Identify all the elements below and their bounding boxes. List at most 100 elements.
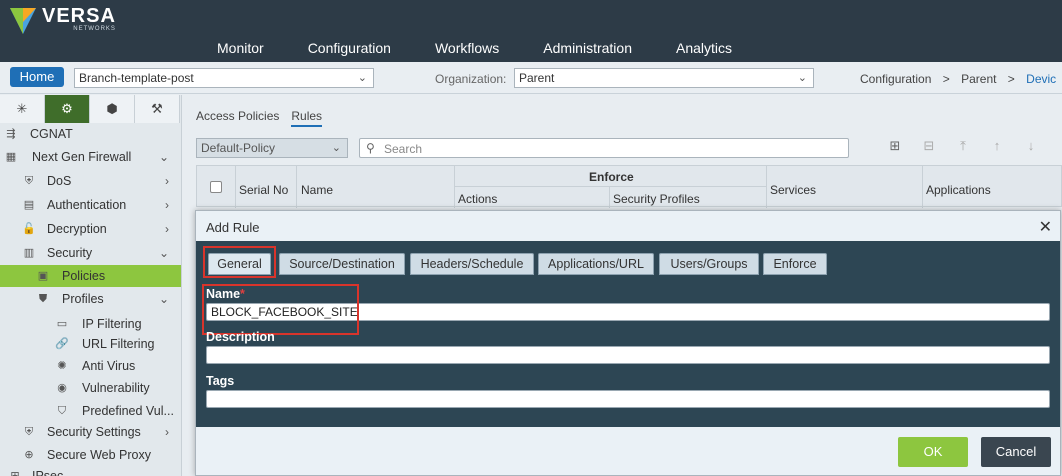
sidebar-item-label: Authentication bbox=[47, 198, 127, 212]
sidebar-item-policies[interactable]: ▣ Policies bbox=[0, 265, 181, 287]
sidebar-item-next-gen-firewall[interactable]: ▦ Next Gen Firewall ⌄ bbox=[0, 146, 181, 168]
column-services[interactable]: Services bbox=[770, 183, 816, 197]
move-up-icon[interactable]: ↑ bbox=[980, 138, 1014, 154]
sidebar-item-label: Secure Web Proxy bbox=[47, 448, 151, 462]
antivirus-icon: ✺ bbox=[57, 360, 67, 372]
sidebar-item-vulnerability[interactable]: ◉ Vulnerability bbox=[0, 377, 181, 399]
vulnerability-icon: ◉ bbox=[57, 382, 67, 394]
policy-select-value: Default-Policy bbox=[201, 141, 276, 155]
tab-access-policies[interactable]: Access Policies bbox=[196, 109, 279, 127]
tags-label: Tags bbox=[206, 374, 235, 388]
chevron-down-icon: ⌄ bbox=[158, 292, 169, 306]
cube-icon[interactable]: ⬢ bbox=[90, 95, 135, 123]
sidebar-item-dos[interactable]: ⛨ DoS › bbox=[0, 170, 181, 192]
network-icon[interactable]: ✳ bbox=[0, 95, 45, 123]
sidebar-item-label: Decryption bbox=[47, 222, 107, 236]
sidebar-item-cgnat[interactable]: ⇶ CGNAT bbox=[0, 123, 181, 145]
cancel-button[interactable]: Cancel bbox=[981, 437, 1051, 467]
remove-icon[interactable]: ⊟ bbox=[912, 138, 946, 154]
breadcrumb-separator: > bbox=[942, 72, 950, 86]
sidebar-item-authentication[interactable]: ▤ Authentication › bbox=[0, 194, 181, 216]
tab-users-groups[interactable]: Users/Groups bbox=[659, 253, 759, 275]
home-button[interactable]: Home bbox=[10, 67, 64, 87]
nav-workflows[interactable]: Workflows bbox=[413, 40, 521, 56]
close-icon[interactable]: ✕ bbox=[1039, 217, 1052, 237]
authentication-icon: ▤ bbox=[23, 199, 35, 211]
sidebar-item-label: Security Settings bbox=[47, 425, 141, 439]
organization-select[interactable]: Parent ⌄ bbox=[514, 68, 814, 88]
chevron-down-icon: ⌄ bbox=[158, 150, 169, 164]
breadcrumb-device[interactable]: Devic bbox=[1026, 72, 1056, 86]
sidebar-item-security[interactable]: ▥ Security ⌄ bbox=[0, 242, 181, 264]
tools-icon[interactable]: ⚒ bbox=[135, 95, 180, 123]
highlight-general-tab bbox=[203, 246, 276, 278]
sidebar-item-ipsec[interactable]: ⊞ IPsec bbox=[0, 465, 181, 476]
sidebar-item-anti-virus[interactable]: ✺ Anti Virus bbox=[0, 355, 181, 377]
sidebar-item-security-settings[interactable]: ⛨ Security Settings › bbox=[0, 421, 181, 443]
tab-rules[interactable]: Rules bbox=[291, 109, 323, 127]
tab-applications-url[interactable]: Applications/URL bbox=[538, 253, 654, 275]
add-icon[interactable]: ⊞ bbox=[878, 138, 912, 154]
nav-configuration[interactable]: Configuration bbox=[286, 40, 413, 56]
policy-select[interactable]: Default-Policy ⌄ bbox=[196, 138, 348, 158]
breadcrumb-separator: > bbox=[1007, 72, 1015, 86]
chevron-down-icon: ⌄ bbox=[158, 246, 169, 260]
tags-field[interactable] bbox=[206, 390, 1050, 408]
ok-button[interactable]: OK bbox=[898, 437, 968, 467]
template-select[interactable]: Branch-template-post ⌄ bbox=[74, 68, 374, 88]
proxy-icon: ⊕ bbox=[24, 449, 34, 461]
profiles-icon: ⛊ bbox=[38, 293, 48, 305]
sidebar-item-label: Profiles bbox=[62, 292, 104, 306]
column-serial-no[interactable]: Serial No bbox=[239, 183, 288, 197]
sidebar-item-label: Security bbox=[47, 246, 93, 260]
nav-analytics[interactable]: Analytics bbox=[654, 40, 754, 56]
search-icon: ⚲ bbox=[366, 141, 375, 155]
column-actions[interactable]: Actions bbox=[458, 192, 497, 206]
versa-logo[interactable]: VERSA NETWORKS bbox=[8, 6, 116, 36]
move-top-icon[interactable]: ⤒ bbox=[946, 138, 980, 154]
column-applications[interactable]: Applications bbox=[926, 183, 991, 197]
chevron-right-icon: › bbox=[165, 222, 169, 236]
context-bar: Home Branch-template-post ⌄ Organization… bbox=[0, 62, 1062, 94]
dialog-body: General Source/Destination Headers/Sched… bbox=[196, 241, 1060, 427]
dialog-title: Add Rule bbox=[206, 220, 260, 235]
move-down-icon[interactable]: ↓ bbox=[1014, 138, 1048, 154]
rules-table-header: Serial No Name Enforce Actions Security … bbox=[196, 165, 1062, 208]
column-name[interactable]: Name bbox=[301, 183, 333, 197]
breadcrumb-configuration[interactable]: Configuration bbox=[860, 72, 931, 86]
chevron-right-icon: › bbox=[165, 198, 169, 212]
sidebar-item-label: Predefined Vul... bbox=[82, 404, 174, 418]
ip-filter-icon: ▭ bbox=[56, 318, 68, 330]
tab-headers-schedule[interactable]: Headers/Schedule bbox=[410, 253, 534, 275]
move-bottom-icon[interactable]: ⤓ bbox=[1048, 138, 1062, 154]
breadcrumb-parent[interactable]: Parent bbox=[961, 72, 996, 86]
add-rule-dialog: Add Rule ✕ General Source/Destination He… bbox=[195, 210, 1061, 476]
nav-administration[interactable]: Administration bbox=[521, 40, 654, 56]
chevron-down-icon: ⌄ bbox=[797, 72, 807, 84]
column-enforce: Enforce bbox=[589, 170, 634, 184]
nav-monitor[interactable]: Monitor bbox=[195, 40, 286, 56]
tab-enforce[interactable]: Enforce bbox=[763, 253, 827, 275]
sidebar-item-decryption[interactable]: 🔓 Decryption › bbox=[0, 218, 181, 240]
tab-source-destination[interactable]: Source/Destination bbox=[279, 253, 405, 275]
breadcrumb: Configuration > Parent > Devic bbox=[860, 72, 1056, 86]
search-placeholder: Search bbox=[384, 142, 423, 156]
gear-icon[interactable]: ⚙ bbox=[45, 95, 90, 123]
select-all-checkbox[interactable] bbox=[210, 181, 222, 193]
description-label: Description bbox=[206, 330, 275, 344]
sidebar-item-url-filtering[interactable]: 🔗 URL Filtering bbox=[0, 333, 181, 355]
sidebar-item-label: Next Gen Firewall bbox=[32, 150, 132, 164]
top-header: VERSA NETWORKS Monitor Configuration Wor… bbox=[0, 0, 1062, 62]
sidebar-item-ip-filtering[interactable]: ▭ IP Filtering bbox=[0, 313, 181, 335]
content-tabs: Access Policies Rules bbox=[196, 109, 334, 127]
search-input[interactable]: ⚲ Search bbox=[359, 138, 849, 158]
sidebar-item-label: URL Filtering bbox=[82, 337, 155, 351]
description-field[interactable] bbox=[206, 346, 1050, 364]
sidebar-item-label: Policies bbox=[62, 269, 106, 283]
decryption-icon: 🔓 bbox=[22, 223, 36, 235]
sidebar-item-predefined-vulnerability[interactable]: ⛉ Predefined Vul... bbox=[0, 400, 181, 422]
sidebar-item-secure-web-proxy[interactable]: ⊕ Secure Web Proxy bbox=[0, 444, 181, 466]
sidebar-item-profiles[interactable]: ⛊ Profiles ⌄ bbox=[0, 288, 181, 310]
column-security-profiles[interactable]: Security Profiles bbox=[613, 192, 700, 206]
brand-name: VERSA bbox=[42, 5, 116, 27]
